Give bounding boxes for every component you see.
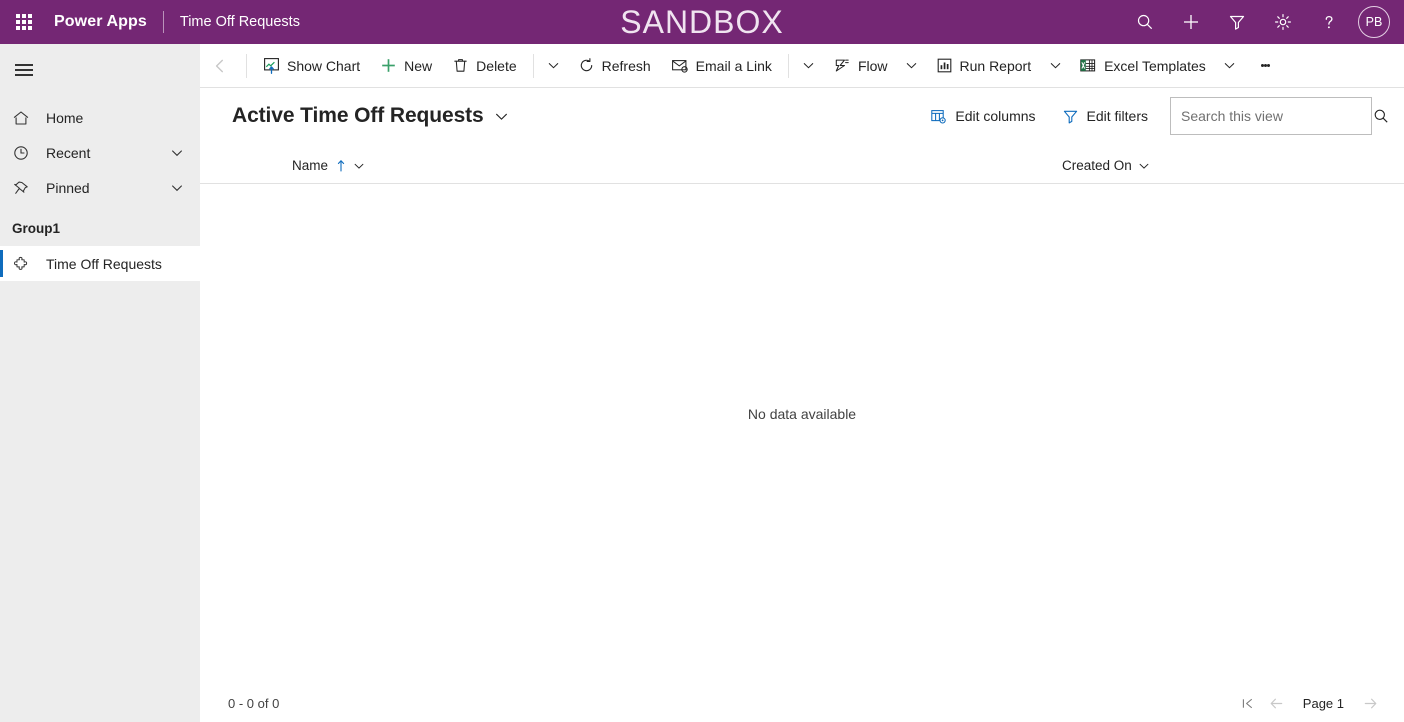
run-report-button[interactable]: Run Report bbox=[926, 46, 1042, 86]
sidebar-item-label: Time Off Requests bbox=[46, 255, 162, 272]
search-icon[interactable] bbox=[1372, 107, 1390, 125]
flow-icon bbox=[833, 57, 851, 74]
column-header-label: Created On bbox=[1062, 158, 1132, 173]
command-bar: Show Chart New Delete Refresh Email a Li… bbox=[200, 44, 1404, 88]
top-bar-actions: PB bbox=[1122, 0, 1400, 44]
excel-icon bbox=[1079, 57, 1097, 74]
excel-templates-button[interactable]: Excel Templates bbox=[1069, 46, 1216, 86]
hamburger-icon[interactable] bbox=[0, 48, 48, 92]
clock-icon bbox=[12, 144, 38, 162]
grid-body: No data available bbox=[200, 184, 1404, 684]
brand-divider bbox=[162, 11, 164, 33]
sidebar: Home Recent Pinned Group1 Time Off Reque… bbox=[0, 44, 200, 722]
sidebar-item-home[interactable]: Home bbox=[0, 100, 200, 135]
show-chart-label: Show Chart bbox=[287, 57, 361, 74]
search-box[interactable] bbox=[1170, 97, 1388, 135]
chevron-down-icon[interactable] bbox=[353, 160, 365, 172]
sidebar-group-header: Group1 bbox=[12, 221, 61, 236]
email-a-link-label: Email a Link bbox=[695, 57, 772, 74]
excel-templates-label: Excel Templates bbox=[1104, 57, 1206, 74]
gear-icon[interactable] bbox=[1260, 0, 1306, 44]
delete-chevron-down-icon[interactable] bbox=[540, 46, 568, 86]
email-a-link-button[interactable]: Email a Link bbox=[661, 46, 782, 86]
flow-label: Flow bbox=[857, 57, 888, 74]
home-icon bbox=[12, 109, 38, 127]
app-title[interactable]: Time Off Requests bbox=[180, 14, 300, 30]
first-page-icon[interactable] bbox=[1235, 688, 1263, 718]
view-selector[interactable]: Active Time Off Requests bbox=[232, 104, 509, 128]
brand-label[interactable]: Power Apps bbox=[48, 13, 147, 31]
sidebar-item-label: Recent bbox=[46, 144, 91, 161]
search-icon[interactable] bbox=[1122, 0, 1168, 44]
flow-chevron-down-icon[interactable] bbox=[898, 46, 926, 86]
edit-filters-button[interactable]: Edit filters bbox=[1052, 99, 1158, 133]
view-header: Active Time Off Requests Edit columns Ed… bbox=[200, 88, 1404, 144]
show-chart-button[interactable]: Show Chart bbox=[253, 46, 370, 86]
plus-icon[interactable] bbox=[1168, 0, 1214, 44]
command-bar-divider bbox=[787, 53, 789, 78]
new-label: New bbox=[404, 57, 433, 74]
chevron-down-icon[interactable] bbox=[170, 181, 184, 195]
flow-button[interactable]: Flow bbox=[823, 46, 898, 86]
app-launcher-icon[interactable] bbox=[0, 0, 48, 44]
email-link-icon bbox=[671, 57, 689, 74]
sidebar-item-time-off-requests[interactable]: Time Off Requests bbox=[0, 246, 200, 281]
pagination-controls: Page 1 bbox=[1235, 688, 1404, 718]
chevron-down-icon[interactable] bbox=[494, 109, 509, 124]
run-report-label: Run Report bbox=[959, 57, 1032, 74]
chart-icon bbox=[263, 57, 280, 74]
next-page-icon[interactable] bbox=[1356, 688, 1384, 718]
top-navigation-bar: Power Apps Time Off Requests SANDBOX PB bbox=[0, 0, 1404, 44]
edit-filters-label: Edit filters bbox=[1086, 108, 1148, 124]
pin-icon bbox=[12, 179, 38, 197]
plus-icon bbox=[380, 57, 397, 74]
edit-columns-label: Edit columns bbox=[955, 108, 1036, 124]
refresh-icon bbox=[578, 57, 595, 74]
delete-label: Delete bbox=[476, 57, 517, 74]
delete-button[interactable]: Delete bbox=[442, 46, 526, 86]
run-report-chevron-down-icon[interactable] bbox=[1041, 46, 1069, 86]
grid-footer: 0 - 0 of 0 Page 1 bbox=[200, 684, 1404, 722]
previous-page-icon[interactable] bbox=[1263, 688, 1291, 718]
back-arrow-icon[interactable] bbox=[200, 44, 240, 88]
command-bar-divider bbox=[246, 53, 247, 78]
puzzle-icon bbox=[12, 255, 38, 273]
avatar[interactable]: PB bbox=[1358, 6, 1390, 38]
environment-banner-label: SANDBOX bbox=[620, 3, 784, 40]
view-actions: Edit columns Edit filters bbox=[920, 97, 1404, 135]
record-count-label: 0 - 0 of 0 bbox=[228, 695, 280, 711]
page-label: Page 1 bbox=[1302, 695, 1344, 711]
chevron-down-icon[interactable] bbox=[170, 146, 184, 160]
refresh-label: Refresh bbox=[601, 57, 651, 74]
chevron-down-icon[interactable] bbox=[1138, 160, 1150, 172]
new-button[interactable]: New bbox=[370, 46, 442, 86]
sidebar-item-pinned[interactable]: Pinned bbox=[0, 170, 200, 205]
column-header-created-on[interactable]: Created On bbox=[1062, 158, 1150, 173]
help-icon[interactable] bbox=[1306, 0, 1352, 44]
column-header-label: Name bbox=[292, 158, 329, 173]
edit-columns-button[interactable]: Edit columns bbox=[920, 99, 1045, 133]
email-a-link-chevron-down-icon[interactable] bbox=[795, 46, 823, 86]
edit-columns-icon bbox=[930, 108, 947, 125]
grid-header-row: Name Created On bbox=[200, 148, 1404, 184]
empty-state-message: No data available bbox=[747, 406, 857, 422]
sort-asc-arrow-icon bbox=[335, 159, 347, 172]
excel-templates-chevron-down-icon[interactable] bbox=[1216, 46, 1244, 86]
refresh-button[interactable]: Refresh bbox=[568, 46, 661, 86]
sidebar-item-label: Home bbox=[46, 109, 84, 126]
page-title: Active Time Off Requests bbox=[232, 104, 484, 127]
more-commands-icon[interactable] bbox=[1250, 46, 1282, 86]
filter-icon[interactable] bbox=[1214, 0, 1260, 44]
command-bar-divider bbox=[532, 53, 534, 78]
sidebar-nav-list: Home Recent Pinned bbox=[0, 100, 200, 205]
report-icon bbox=[936, 57, 953, 74]
column-header-name[interactable]: Name bbox=[292, 158, 365, 173]
sidebar-item-recent[interactable]: Recent bbox=[0, 135, 200, 170]
trash-icon bbox=[452, 57, 469, 74]
search-input[interactable] bbox=[1171, 98, 1372, 134]
filter-icon bbox=[1062, 108, 1079, 125]
sidebar-item-label: Pinned bbox=[46, 179, 90, 196]
